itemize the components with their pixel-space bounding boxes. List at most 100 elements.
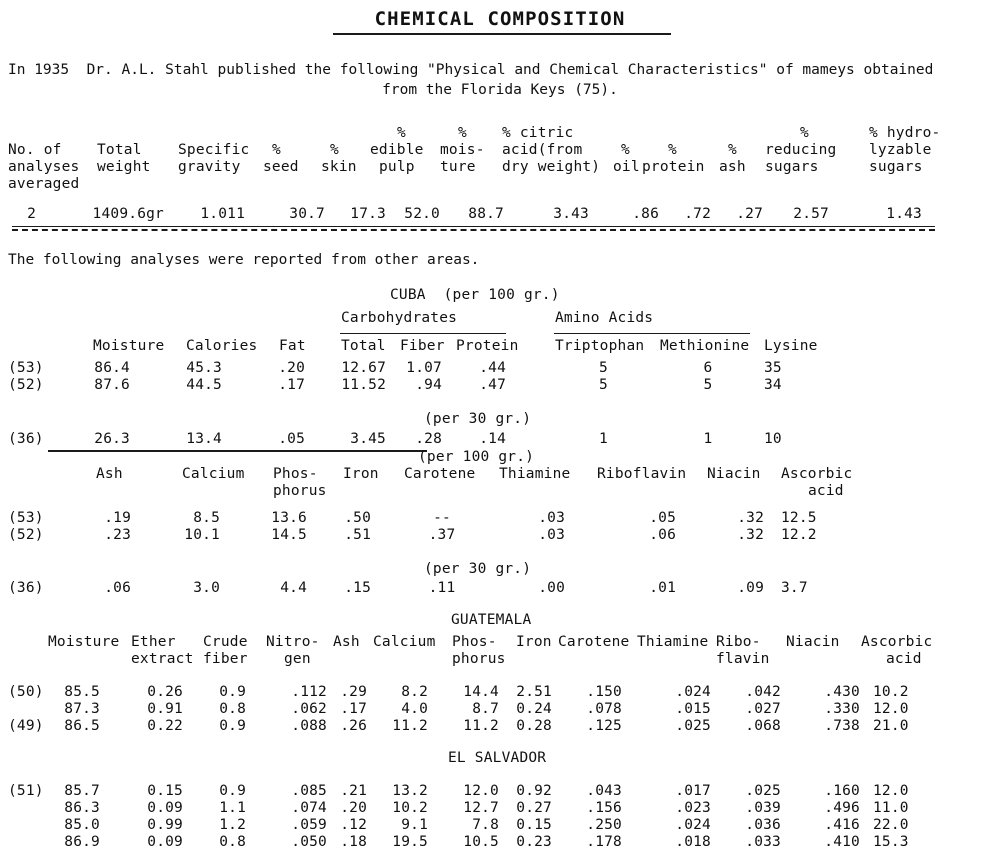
guatemala-section-title: GUATEMALA <box>451 612 532 628</box>
gt-r1-v12: 12.0 <box>873 701 909 717</box>
gt-r2-v11: .738 <box>824 718 860 734</box>
cuba-b2-r2-v7: .09 <box>737 580 764 596</box>
fl-header-7-l1: acid(from <box>502 142 583 158</box>
gt-header-1-l0: Ether <box>131 634 176 650</box>
fl-header-5-l2: pulp <box>379 159 415 175</box>
document-page: CHEMICAL COMPOSITION In 1935 Dr. A.L. St… <box>0 0 1000 852</box>
cuba-b2-r2-v8: 3.7 <box>781 580 808 596</box>
cuba-b1-header-2: Fat <box>279 338 306 354</box>
gt-header-7-l0: Iron <box>516 634 552 650</box>
fl-header-6-l1: mois- <box>440 142 485 158</box>
fl-header-2-l1: Specific <box>178 142 250 158</box>
cuba-b1-r1-v8: 34 <box>764 377 782 393</box>
cuba-b1-header-4: Fiber <box>400 338 445 354</box>
fl-header-11-l2: sugars <box>765 159 819 175</box>
fl-header-11-l0: % <box>800 125 809 141</box>
fl-header-5-l0: % <box>397 125 406 141</box>
fl-header-3-l2: seed <box>263 159 299 175</box>
cuba-b1-header-6: Triptophan <box>555 338 645 354</box>
cuba-group-carbohydrates: Carbohydrates <box>341 310 458 326</box>
cuba-b1-header-8: Lysine <box>764 338 818 354</box>
cuba-b1-r2-v6: 1 <box>599 431 608 447</box>
gt-header-12-l1: acid <box>886 651 922 667</box>
cuba-b1-header-5: Protein <box>456 338 519 354</box>
cuba-b1-header-7: Methionine <box>660 338 750 354</box>
cuba-b2-r0-v7: .32 <box>737 510 764 526</box>
page-title: CHEMICAL COMPOSITION <box>374 8 626 30</box>
fl-header-4-l1: % <box>330 142 339 158</box>
fl-header-12-l2: sugars <box>869 159 923 175</box>
fl-table-rule-dashed <box>12 229 935 231</box>
es-r0-v12: 12.0 <box>873 783 909 799</box>
cuba-amino-acids-rule <box>554 333 750 334</box>
cuba-b2-header-5-l0: Thiamine <box>499 466 571 482</box>
cuba-b1-r2-v8: 10 <box>764 431 782 447</box>
fl-header-6-l0: % <box>458 125 467 141</box>
gt-header-4-l0: Ash <box>333 634 360 650</box>
cuba-b2-r1-v8: 12.2 <box>781 527 817 543</box>
es-r3-v11: .410 <box>824 834 860 850</box>
cuba-b1-r1-v6: 5 <box>599 377 608 393</box>
fl-header-0-l3: averaged <box>8 176 80 192</box>
cuba-b2-header-4-l0: Carotene <box>404 466 476 482</box>
fl-header-2-l2: gravity <box>178 159 241 175</box>
cuba-b1-header-0: Moisture <box>93 338 165 354</box>
fl-header-10-l2: ash <box>719 159 746 175</box>
fl-header-7-l2: dry weight) <box>502 159 601 175</box>
other-areas-note: The following analyses were reported fro… <box>8 252 480 268</box>
fl-header-4-l2: skin <box>321 159 357 175</box>
gt-r0-v11: .430 <box>824 684 860 700</box>
cuba-b2-header-1-l0: Calcium <box>182 466 245 482</box>
gt-header-6-l0: Phos- <box>452 634 497 650</box>
cuba-b1-per30-note: (per 30 gr.) <box>424 411 532 427</box>
cuba-b2-per100-note: (per 100 gr.) <box>418 449 535 465</box>
gt-header-2-l1: fiber <box>203 651 248 667</box>
gt-r0-v12: 10.2 <box>873 684 909 700</box>
gt-header-8-l0: Carotene <box>558 634 630 650</box>
cuba-b2-header-2-l0: Phos- <box>273 466 318 482</box>
cuba-b1-r2-v5: .14 <box>479 431 506 447</box>
es-r1-v12: 11.0 <box>873 800 909 816</box>
intro-line-2: from the Florida Keys (75). <box>382 82 618 98</box>
gt-header-0-l0: Moisture <box>48 634 120 650</box>
fl-header-5-l1: edible <box>370 142 424 158</box>
cuba-b1-header-1: Calories <box>186 338 258 354</box>
gt-header-2-l0: Crude <box>203 634 248 650</box>
gt-header-1-l1: extract <box>131 651 194 667</box>
gt-header-11-l0: Niacin <box>786 634 840 650</box>
fl-header-0-l1: No. of <box>8 142 62 158</box>
cuba-b2-r1-v7: .32 <box>737 527 764 543</box>
fl-header-9-l1: % <box>668 142 677 158</box>
fl-header-0-l2: analyses <box>8 159 80 175</box>
title-underline <box>333 33 671 35</box>
gt-header-10-l0: Ribo- <box>716 634 761 650</box>
cuba-section-title: CUBA (per 100 gr.) <box>390 287 560 303</box>
fl-header-7-l0: % citric <box>502 125 574 141</box>
intro-line-1: In 1935 Dr. A.L. Stahl published the fol… <box>8 62 934 78</box>
cuba-carbohydrates-rule <box>340 333 506 334</box>
cuba-b2-header-2-l1: phorus <box>273 483 327 499</box>
gt-header-5-l0: Calcium <box>373 634 436 650</box>
es-r2-v12: 22.0 <box>873 817 909 833</box>
fl-header-8-l1: % <box>621 142 630 158</box>
cuba-b2-header-8-l0: Ascorbic <box>781 466 853 482</box>
es-r2-v11: .416 <box>824 817 860 833</box>
gt-r1-v11: .330 <box>824 701 860 717</box>
fl-header-10-l1: % <box>728 142 737 158</box>
cuba-b2-header-0-l0: Ash <box>96 466 123 482</box>
fl-header-9-l2: protein <box>642 159 705 175</box>
cuba-b1-r0-v8: 35 <box>764 360 782 376</box>
fl-header-1-l2: weight <box>97 159 151 175</box>
cuba-b1-bottom-rule <box>48 450 427 452</box>
fl-table-rule-solid <box>12 226 935 227</box>
fl-header-1-l1: Total <box>97 142 142 158</box>
fl-row-val-12: 1.43 <box>886 206 922 222</box>
fl-header-12-l1: lyzable <box>869 142 932 158</box>
cuba-b1-r1-v5: .47 <box>479 377 506 393</box>
cuba-b2-r0-v8: 12.5 <box>781 510 817 526</box>
gt-header-9-l0: Thiamine <box>637 634 709 650</box>
gt-header-3-l1: gen <box>284 651 311 667</box>
el-salvador-section-title: EL SALVADOR <box>448 750 547 766</box>
cuba-group-amino-acids: Amino Acids <box>555 310 654 326</box>
fl-header-11-l1: reducing <box>765 142 837 158</box>
